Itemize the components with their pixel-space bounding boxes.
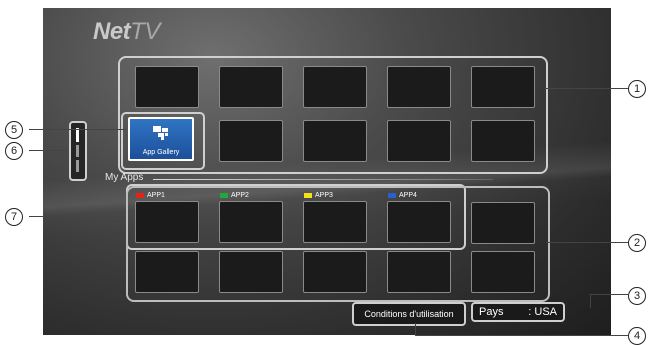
scroll-segment — [76, 160, 79, 172]
service-tile[interactable] — [387, 66, 451, 108]
scroll-segment-active — [76, 128, 79, 142]
service-tile[interactable] — [471, 251, 535, 293]
country-value: : USA — [528, 306, 557, 318]
nettv-logo: NetTV — [93, 18, 160, 46]
callout-line-3b — [590, 294, 591, 308]
callout-2: 2 — [628, 234, 646, 252]
callout-6: 6 — [5, 142, 23, 160]
service-tile[interactable] — [471, 120, 535, 162]
nettv-screen: NetTV App Gallery My Apps APP1 APP2 APP3… — [43, 8, 611, 335]
callout-line-3 — [590, 294, 628, 295]
callout-line-2 — [546, 242, 628, 243]
my-apps-divider — [153, 179, 493, 180]
callout-5: 5 — [5, 121, 23, 139]
app-gallery-tile[interactable]: App Gallery — [128, 117, 194, 161]
app-gallery-label: App Gallery — [142, 149, 180, 156]
service-tile[interactable] — [471, 202, 535, 244]
logo-net: Net — [93, 18, 131, 45]
callout-4: 4 — [628, 327, 646, 345]
page-scroll-indicator[interactable] — [69, 121, 87, 181]
country-selector[interactable]: Pays : USA — [471, 302, 565, 322]
service-tile[interactable] — [387, 251, 451, 293]
callout-1: 1 — [628, 80, 646, 98]
my-apps-title: My Apps — [105, 172, 144, 183]
service-tile[interactable] — [135, 66, 199, 108]
callout-line-6 — [29, 150, 67, 151]
callout-line-4b — [415, 323, 416, 335]
terms-of-use-label: Conditions d'utilisation — [364, 309, 454, 319]
service-tile[interactable] — [219, 120, 283, 162]
callout-3: 3 — [628, 287, 646, 305]
service-tile[interactable] — [303, 66, 367, 108]
terms-of-use-button[interactable]: Conditions d'utilisation — [352, 302, 466, 326]
callout-line-7 — [29, 216, 126, 217]
callout-line-5 — [29, 129, 126, 130]
callout-7: 7 — [5, 208, 23, 226]
service-tile[interactable] — [387, 120, 451, 162]
service-tile[interactable] — [219, 66, 283, 108]
logo-tv: TV — [130, 18, 160, 45]
scroll-segment — [76, 145, 79, 157]
app-gallery-icon — [153, 126, 168, 140]
service-tile[interactable] — [303, 251, 367, 293]
service-tile[interactable] — [219, 251, 283, 293]
callout-line-1 — [545, 88, 628, 89]
country-label: Pays — [479, 306, 504, 318]
service-tile[interactable] — [303, 120, 367, 162]
callout-line-4 — [415, 335, 628, 336]
service-tile[interactable] — [135, 251, 199, 293]
service-tile[interactable] — [471, 66, 535, 108]
